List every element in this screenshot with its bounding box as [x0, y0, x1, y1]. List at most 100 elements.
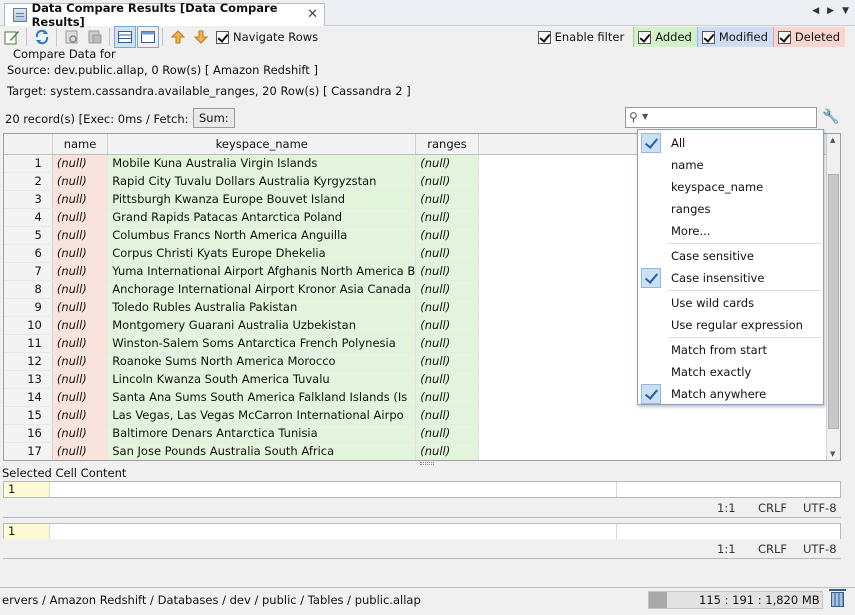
cell-content-editor-1[interactable]: 1: [3, 481, 841, 498]
modified-checkbox[interactable]: [701, 30, 715, 44]
keyspace-name-cell[interactable]: Toledo Rubles Australia Pakistan: [107, 298, 417, 317]
settings-wrench-icon[interactable]: 🔧: [822, 109, 839, 125]
added-checkbox[interactable]: [638, 30, 652, 44]
ranges-cell[interactable]: (null): [415, 442, 479, 460]
ranges-cell[interactable]: (null): [415, 406, 479, 425]
ranges-cell[interactable]: (null): [415, 352, 479, 371]
keyspace-name-cell[interactable]: Mobile Kuna Australia Virgin Islands: [107, 154, 417, 173]
keyspace-name-cell[interactable]: Roanoke Sums North America Morocco: [107, 352, 417, 371]
menu-item-case-sensitive[interactable]: Case sensitive: [638, 245, 823, 267]
menu-item-match-from-start[interactable]: Match from start: [638, 339, 823, 361]
deleted-checkbox[interactable]: [777, 30, 791, 44]
garbage-collect-icon[interactable]: [829, 589, 846, 607]
table-row[interactable]: 17 (null) San Jose Pounds Australia South …: [4, 442, 840, 460]
scroll-right-icon[interactable]: ▶: [827, 6, 834, 16]
keyspace-name-cell[interactable]: Columbus Francs North America Anguilla: [107, 226, 417, 245]
splitter-handle[interactable]: [420, 462, 434, 465]
name-cell[interactable]: (null): [52, 406, 109, 425]
sum-button[interactable]: Sum:: [193, 108, 235, 128]
ranges-cell[interactable]: (null): [415, 190, 479, 209]
ranges-cell[interactable]: (null): [415, 280, 479, 299]
scroll-up-icon[interactable]: ▲: [830, 136, 835, 144]
menu-item-match-exactly[interactable]: Match exactly: [638, 361, 823, 383]
table-row[interactable]: 16 (null) Baltimore Denars Antarctica Tuni…: [4, 424, 840, 443]
keyspace-name-cell[interactable]: Winston-Salem Soms Antarctica French Pol…: [107, 334, 417, 353]
ranges-cell[interactable]: (null): [415, 298, 479, 317]
navigate-rows-checkbox[interactable]: [216, 30, 229, 44]
memory-usage-bar[interactable]: 115 : 191 : 1,820 MB: [648, 591, 823, 609]
ranges-cell[interactable]: (null): [415, 316, 479, 335]
name-cell[interactable]: (null): [52, 298, 109, 317]
navigate-rows-toggle[interactable]: Navigate Rows: [216, 30, 318, 44]
keyspace-name-cell[interactable]: Yuma International Airport Afghanis Nort…: [107, 262, 417, 281]
keyspace-name-cell[interactable]: Anchorage International Airport Kronor A…: [107, 280, 417, 299]
enable-filter-toggle[interactable]: Enable filter: [534, 27, 630, 47]
grid-view-button[interactable]: [114, 26, 136, 48]
menu-item-more[interactable]: More...: [638, 220, 823, 242]
name-cell[interactable]: (null): [52, 334, 109, 353]
table-row[interactable]: 15 (null) Las Vegas, Las Vegas McCarron In…: [4, 406, 840, 425]
next-row-button[interactable]: [190, 26, 212, 48]
menu-item-keyspace-name[interactable]: keyspace_name: [638, 176, 823, 198]
name-cell[interactable]: (null): [52, 442, 109, 460]
close-icon[interactable]: ✕: [307, 7, 318, 22]
refresh-button[interactable]: [31, 26, 53, 48]
export-button[interactable]: [84, 26, 106, 48]
enable-filter-checkbox[interactable]: [537, 30, 551, 44]
column-header-keyspace-name[interactable]: keyspace_name: [107, 134, 417, 155]
name-cell[interactable]: (null): [52, 280, 109, 299]
name-cell[interactable]: (null): [52, 226, 109, 245]
name-cell[interactable]: (null): [52, 208, 109, 227]
vertical-scrollbar[interactable]: ▲ ▼: [826, 134, 840, 460]
added-filter-toggle[interactable]: Added: [633, 27, 697, 47]
name-cell[interactable]: (null): [52, 244, 109, 263]
ranges-cell[interactable]: (null): [415, 208, 479, 227]
scroll-left-icon[interactable]: ◀: [812, 6, 819, 16]
ranges-cell[interactable]: (null): [415, 388, 479, 407]
edit-button[interactable]: [1, 26, 23, 48]
name-cell[interactable]: (null): [52, 190, 109, 209]
keyspace-name-cell[interactable]: Corpus Christi Kyats Europe Dhekelia: [107, 244, 417, 263]
scroll-down-icon[interactable]: ▼: [830, 450, 835, 458]
name-cell[interactable]: (null): [52, 154, 109, 173]
menu-item-use-wild-cards[interactable]: Use wild cards: [638, 292, 823, 314]
scrollbar-thumb[interactable]: [828, 174, 839, 429]
cell-content-editor-2[interactable]: 1: [3, 523, 841, 540]
tab-data-compare-results[interactable]: Data Compare Results [Data Compare Resul…: [4, 1, 325, 29]
keyspace-name-cell[interactable]: Las Vegas, Las Vegas McCarron Internatio…: [107, 406, 417, 425]
ranges-cell[interactable]: (null): [415, 424, 479, 443]
deleted-filter-toggle[interactable]: Deleted: [772, 27, 845, 47]
keyspace-name-cell[interactable]: Grand Rapids Patacas Antarctica Poland: [107, 208, 417, 227]
form-view-button[interactable]: [137, 26, 159, 48]
keyspace-name-cell[interactable]: Pittsburgh Kwanza Europe Bouvet Island: [107, 190, 417, 209]
name-cell[interactable]: (null): [52, 316, 109, 335]
menu-item-all[interactable]: All: [638, 132, 823, 154]
menu-item-match-anywhere[interactable]: Match anywhere: [638, 383, 823, 405]
column-header-ranges[interactable]: ranges: [415, 134, 479, 155]
name-cell[interactable]: (null): [52, 352, 109, 371]
ranges-cell[interactable]: (null): [415, 172, 479, 191]
previous-row-button[interactable]: [167, 26, 189, 48]
keyspace-name-cell[interactable]: Montgomery Guarani Australia Uzbekistan: [107, 316, 417, 335]
find-record-button[interactable]: [61, 26, 83, 48]
keyspace-name-cell[interactable]: Baltimore Denars Antarctica Tunisia: [107, 424, 417, 443]
ranges-cell[interactable]: (null): [415, 226, 479, 245]
keyspace-name-cell[interactable]: Rapid City Tuvalu Dollars Australia Kyrg…: [107, 172, 417, 191]
tab-list-icon[interactable]: ▼: [842, 6, 849, 16]
keyspace-name-cell[interactable]: Santa Ana Sums South America Falkland Is…: [107, 388, 417, 407]
menu-item-case-insensitive[interactable]: Case insensitive: [638, 267, 823, 289]
name-cell[interactable]: (null): [52, 172, 109, 191]
column-header-name[interactable]: name: [52, 134, 109, 155]
name-cell[interactable]: (null): [52, 370, 109, 389]
menu-item-use-regular-expression[interactable]: Use regular expression: [638, 314, 823, 336]
ranges-cell[interactable]: (null): [415, 370, 479, 389]
keyspace-name-cell[interactable]: Lincoln Kwanza South America Tuvalu: [107, 370, 417, 389]
modified-filter-toggle[interactable]: Modified: [696, 27, 773, 47]
ranges-cell[interactable]: (null): [415, 262, 479, 281]
name-cell[interactable]: (null): [52, 262, 109, 281]
menu-item-name[interactable]: name: [638, 154, 823, 176]
search-input[interactable]: ⚲ ▼: [625, 107, 817, 128]
keyspace-name-cell[interactable]: San Jose Pounds Australia South Africa: [107, 442, 417, 460]
name-cell[interactable]: (null): [52, 424, 109, 443]
ranges-cell[interactable]: (null): [415, 154, 479, 173]
